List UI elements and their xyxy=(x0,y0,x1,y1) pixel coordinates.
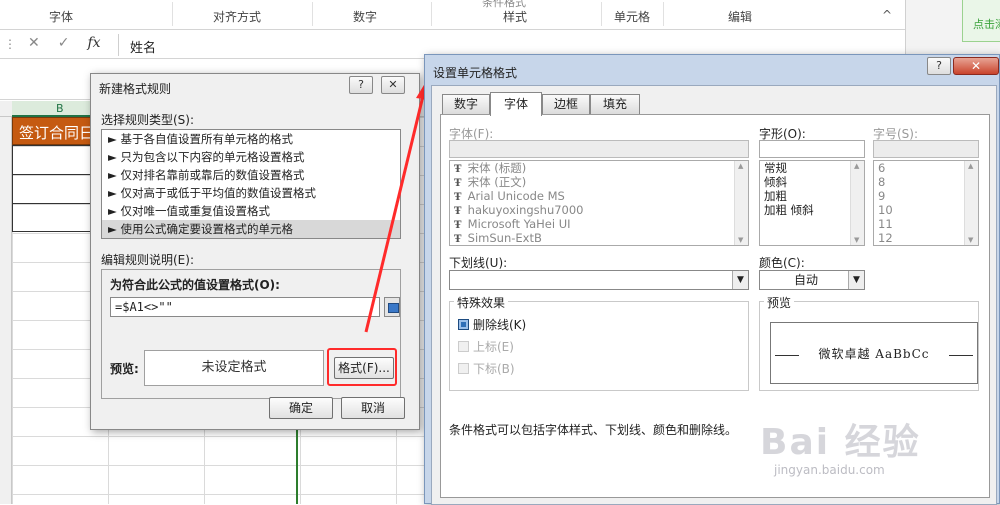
font-name-input[interactable] xyxy=(449,140,749,158)
font-list-item: Ŧ Microsoft YaHei UI xyxy=(454,217,571,231)
effects-group: 特殊效果 删除线(K) 上标(E) 下标(B) xyxy=(449,294,749,391)
font-style-list[interactable]: 常规 倾斜 加粗 加粗 倾斜 xyxy=(759,160,865,246)
truetype-icon: Ŧ xyxy=(454,234,462,245)
preview-group: 预览 微软卓越 AaBbCc xyxy=(759,294,979,391)
color-select[interactable]: 自动 ▼ xyxy=(759,270,865,290)
checkbox-icon xyxy=(458,341,469,352)
conditional-format-note: 条件格式可以包括字体样式、下划线、颜色和删除线。 xyxy=(449,423,738,437)
chevron-down-icon: ▼ xyxy=(848,271,864,289)
superscript-checkbox[interactable]: 上标(E) xyxy=(458,338,514,355)
strikethrough-checkbox[interactable]: 删除线(K) xyxy=(458,316,526,333)
font-list-item: Ŧ hakuyoxingshu7000 xyxy=(454,203,584,217)
font-size-scrollbar[interactable] xyxy=(964,161,978,245)
chevron-down-icon: ▼ xyxy=(732,271,748,289)
underline-select[interactable]: ▼ xyxy=(449,270,749,290)
font-size-input[interactable] xyxy=(873,140,979,158)
font-list-item: Ŧ 宋体 (标题) xyxy=(454,161,527,175)
subscript-checkbox[interactable]: 下标(B) xyxy=(458,360,515,377)
font-style-scrollbar[interactable] xyxy=(850,161,864,245)
font-style-item[interactable]: 倾斜 xyxy=(760,175,864,189)
preview-text: 微软卓越 AaBbCc xyxy=(818,347,930,361)
font-list-scrollbar[interactable] xyxy=(734,161,748,245)
font-style-item[interactable]: 加粗 xyxy=(760,189,864,203)
font-list-item: Ŧ 宋体 (正文) xyxy=(454,175,527,189)
font-size-item[interactable]: 8 xyxy=(874,175,978,189)
tab-fill[interactable]: 填充 xyxy=(590,94,640,114)
font-size-item[interactable]: 6 xyxy=(874,161,978,175)
font-size-item[interactable]: 9 xyxy=(874,189,978,203)
color-select-value: 自动 xyxy=(794,273,819,287)
effects-label: 特殊效果 xyxy=(454,294,509,311)
dialog-title: 设置单元格格式 xyxy=(433,66,518,80)
font-size-item[interactable]: 10 xyxy=(874,203,978,217)
font-style-input[interactable] xyxy=(759,140,865,158)
preview-label: 预览 xyxy=(764,294,795,311)
font-preview: 微软卓越 AaBbCc xyxy=(770,322,978,384)
font-style-item[interactable]: 加粗 倾斜 xyxy=(760,203,864,217)
close-button[interactable]: ✕ xyxy=(953,57,999,75)
checkbox-icon xyxy=(458,363,469,374)
font-size-list[interactable]: 6 8 9 10 11 12 xyxy=(873,160,979,246)
tab-font[interactable]: 字体 xyxy=(490,92,542,116)
font-list-item: Ŧ Arial Unicode MS xyxy=(454,189,565,203)
checkbox-icon xyxy=(458,319,469,330)
font-size-item[interactable]: 11 xyxy=(874,217,978,231)
color-label: 颜色(C): xyxy=(759,256,805,270)
help-button[interactable]: ? xyxy=(927,57,951,75)
font-list[interactable]: Ŧ 宋体 (标题) Ŧ 宋体 (正文) Ŧ Arial Unicode MS Ŧ… xyxy=(449,160,749,246)
underline-label: 下划线(U): xyxy=(449,256,508,270)
format-cells-dialog: 设置单元格格式 ? ✕ 数字 字体 边框 填充 字体(F): Ŧ 宋体 (标题)… xyxy=(424,54,1000,505)
font-list-item: Ŧ SimSun-ExtB xyxy=(454,231,542,245)
font-style-item[interactable]: 常规 xyxy=(760,161,864,175)
tab-number[interactable]: 数字 xyxy=(442,94,490,114)
font-tab-panel: 字体(F): Ŧ 宋体 (标题) Ŧ 宋体 (正文) Ŧ Arial Unico… xyxy=(440,114,990,498)
tab-border[interactable]: 边框 xyxy=(542,94,590,114)
font-size-item[interactable]: 12 xyxy=(874,231,978,245)
